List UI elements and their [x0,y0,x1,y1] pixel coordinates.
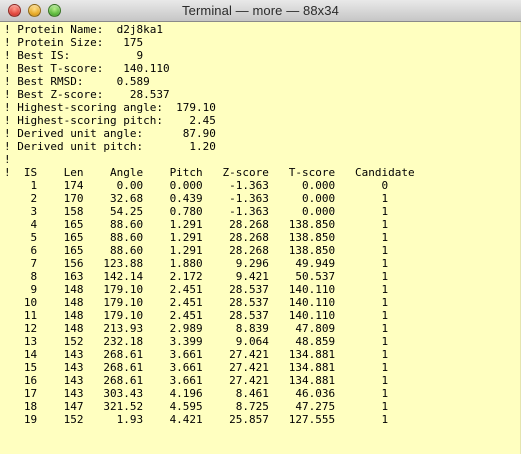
terminal-line: ! Highest-scoring pitch: 2.45 [4,114,216,127]
table-row: 10 148 179.10 2.451 28.537 140.110 1 [4,296,389,309]
terminal-line: ! Derived unit pitch: 1.20 [4,140,216,153]
terminal-line: ! Derived unit angle: 87.90 [4,127,216,140]
table-row: 19 152 1.93 4.421 25.857 127.555 1 [4,413,389,426]
table-row: 1 174 0.00 0.000 -1.363 0.000 0 [4,179,389,192]
table-row: 12 148 213.93 2.989 8.839 47.809 1 [4,322,389,335]
table-row: 18 147 321.52 4.595 8.725 47.275 1 [4,400,389,413]
terminal-line: ! Protein Name: d2j8ka1 [4,23,163,36]
table-row: 15 143 268.61 3.661 27.421 134.881 1 [4,361,389,374]
terminal-window: Terminal — more — 88x34 ! Protein Name: … [0,0,521,454]
terminal-line: ! Best T-score: 140.110 [4,62,170,75]
table-row: 16 143 268.61 3.661 27.421 134.881 1 [4,374,389,387]
terminal-line: ! Best RMSD: 0.589 [4,75,150,88]
table-row: 17 143 303.43 4.196 8.461 46.036 1 [4,387,389,400]
terminal-line: ! Highest-scoring angle: 179.10 [4,101,216,114]
terminal-output[interactable]: ! Protein Name: d2j8ka1 ! Protein Size: … [0,22,521,454]
window-title: Terminal — more — 88x34 [182,3,339,18]
table-row: 14 143 268.61 3.661 27.421 134.881 1 [4,348,389,361]
table-row: 7 156 123.88 1.880 9.296 49.949 1 [4,257,389,270]
table-row: 11 148 179.10 2.451 28.537 140.110 1 [4,309,389,322]
table-header-line: ! IS Len Angle Pitch Z-score T-score Can… [4,166,415,179]
table-row: 3 158 54.25 0.780 -1.363 0.000 1 [4,205,389,218]
table-row: 2 170 32.68 0.439 -1.363 0.000 1 [4,192,389,205]
title-bar[interactable]: Terminal — more — 88x34 [0,0,521,22]
terminal-line: ! [4,153,11,166]
table-row: 5 165 88.60 1.291 28.268 138.850 1 [4,231,389,244]
table-row: 13 152 232.18 3.399 9.064 48.859 1 [4,335,389,348]
table-row: 4 165 88.60 1.291 28.268 138.850 1 [4,218,389,231]
table-row: 9 148 179.10 2.451 28.537 140.110 1 [4,283,389,296]
table-row: 8 163 142.14 2.172 9.421 50.537 1 [4,270,389,283]
terminal-line: ! Protein Size: 175 [4,36,144,49]
table-row: 6 165 88.60 1.291 28.268 138.850 1 [4,244,389,257]
terminal-line: ! Best Z-score: 28.537 [4,88,170,101]
terminal-line: ! Best IS: 9 [4,49,144,62]
